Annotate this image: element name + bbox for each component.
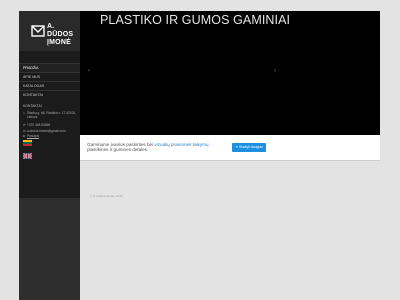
nav-item-home[interactable]: PRADŽIA	[19, 63, 80, 72]
logo-line1: A. DŪDOS	[47, 23, 74, 38]
read-more-label: Skaityti daugiau	[238, 145, 263, 149]
logo-text: A. DŪDOS ĮMONĖ	[47, 23, 80, 47]
info-text-after: plastikines ir gumines detales.	[87, 147, 149, 153]
contacts-title: KONTAKTAI	[23, 104, 42, 108]
slider-next-icon[interactable]: ›	[274, 68, 276, 74]
uk-flag-icon[interactable]	[23, 153, 32, 159]
email-text: a.dudos.imone@gmail.com	[27, 129, 66, 133]
info-text: Gaminame įvairios paskirties bei vizuali…	[87, 142, 217, 152]
nav-item-contacts[interactable]: KONTAKTAI	[19, 90, 80, 99]
lt-flag-icon[interactable]	[23, 140, 32, 146]
nav-item-catalog[interactable]: KATALOGAS	[19, 81, 80, 90]
copyright: © A. Dūdos įmonė, 2015	[90, 194, 123, 198]
contact-phone[interactable]: ✆+370 458 53666	[23, 123, 50, 127]
sidebar-footer	[19, 198, 80, 300]
website-text: Puslapis	[27, 134, 40, 138]
address-line2: Lietuva	[27, 115, 38, 119]
nav-item-about[interactable]: APIE MUS	[19, 72, 80, 81]
contact-email[interactable]: ✉a.dudos.imone@gmail.com	[23, 129, 66, 133]
main-nav: PRADŽIA APIE MUS KATALOGAS KONTAKTAI	[19, 63, 80, 99]
info-bar: Gaminame įvairios paskirties bei vizuali…	[80, 135, 380, 161]
phone-text: +370 458 53666	[27, 123, 51, 127]
read-more-button[interactable]: ➜ Skaityti daugiau	[232, 143, 266, 152]
main-content: PLASTIKO IR GUMOS GAMINIAI ‹ › Gaminame …	[80, 11, 380, 300]
contact-website[interactable]: ◘ Puslapis	[23, 134, 39, 138]
logo[interactable]: A. DŪDOS ĮMONĖ	[19, 11, 80, 51]
logo-line2: ĮMONĖ	[47, 39, 71, 46]
slider-prev-icon[interactable]: ‹	[88, 68, 90, 74]
logo-icon	[31, 25, 45, 37]
info-link[interactable]: vizualių pramonės taikymų	[154, 142, 208, 147]
page-title: PLASTIKO IR GUMOS GAMINIAI	[100, 13, 291, 27]
hero-slider[interactable]: PLASTIKO IR GUMOS GAMINIAI ‹ ›	[80, 11, 380, 135]
